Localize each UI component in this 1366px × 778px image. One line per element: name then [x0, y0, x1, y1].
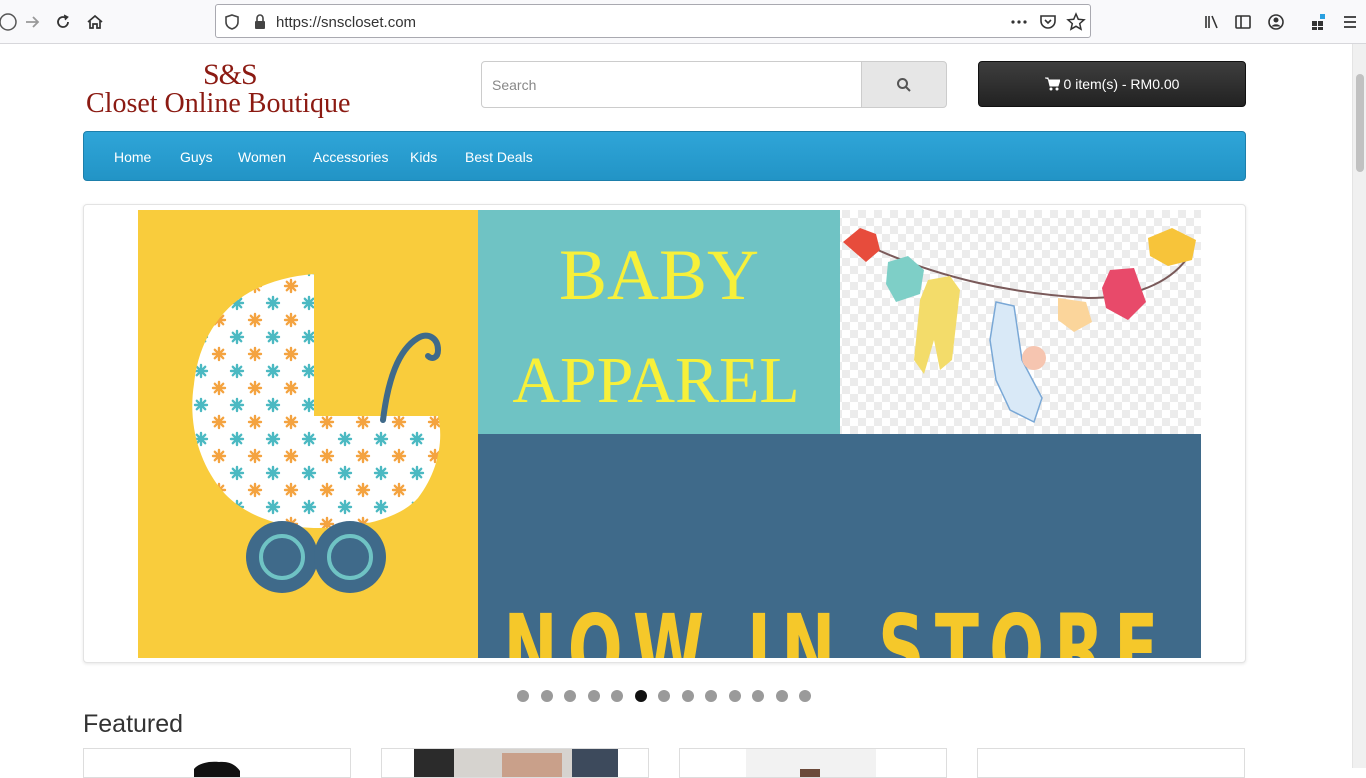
cart-summary: 0 item(s) - RM0.00: [1063, 76, 1180, 92]
logo-text[interactable]: Closet Online Boutique: [86, 88, 350, 120]
search-icon: [897, 77, 911, 92]
account-icon[interactable]: [1262, 8, 1290, 36]
address-bar[interactable]: https://snscloset.com: [215, 4, 1091, 38]
slider-dot[interactable]: [752, 690, 764, 702]
home-icon[interactable]: [81, 8, 109, 36]
slider-dot[interactable]: [658, 690, 670, 702]
banner-title-line2: APPAREL: [512, 344, 799, 417]
star-icon[interactable]: [1066, 12, 1086, 32]
featured-heading: Featured: [83, 710, 184, 738]
library-icon[interactable]: [1198, 8, 1226, 36]
lock-icon[interactable]: [250, 12, 270, 32]
extensions-icon[interactable]: [1304, 8, 1332, 36]
banner-image[interactable]: BABY APPAREL NOW IN STORE: [138, 210, 1201, 658]
featured-product-card[interactable]: [679, 748, 947, 778]
reload-icon[interactable]: [49, 8, 77, 36]
slider-dot[interactable]: [728, 690, 741, 702]
sidebar-icon[interactable]: [1229, 8, 1257, 36]
slider-dot[interactable]: [634, 690, 647, 702]
slider-pagination: [517, 690, 811, 704]
product-thumbnail: [414, 749, 618, 777]
browser-toolbar: https://snscloset.com: [0, 0, 1366, 44]
slider-dot[interactable]: [564, 690, 576, 702]
url-text[interactable]: https://snscloset.com: [276, 14, 416, 31]
main-navigation: Home Guys Women Accessories Kids Best De…: [83, 131, 1246, 181]
slider-dot[interactable]: [799, 690, 811, 702]
scrollbar-thumb[interactable]: [1356, 74, 1364, 172]
nav-item-best-deals[interactable]: Best Deals: [465, 149, 533, 165]
featured-product-card[interactable]: [83, 748, 351, 778]
slider-dot[interactable]: [775, 690, 788, 702]
search-input[interactable]: [481, 61, 862, 108]
cart-button[interactable]: 0 item(s) - RM0.00: [978, 61, 1246, 107]
product-thumbnail: [194, 761, 240, 777]
nav-item-guys[interactable]: Guys: [180, 149, 213, 165]
banner-title-line1: BABY: [559, 235, 759, 315]
slider-dot[interactable]: [705, 690, 717, 702]
nav-item-accessories[interactable]: Accessories: [313, 149, 388, 165]
menu-icon[interactable]: [1336, 8, 1364, 36]
banner-subtitle: NOW IN STORE: [504, 596, 1169, 658]
nav-item-kids[interactable]: Kids: [410, 149, 437, 165]
page-scrollbar[interactable]: [1352, 44, 1366, 768]
slider-dot[interactable]: [540, 690, 553, 702]
more-icon[interactable]: [1009, 12, 1029, 32]
logo-monogram[interactable]: S&S: [203, 58, 258, 92]
shield-icon[interactable]: [222, 12, 242, 32]
nav-item-women[interactable]: Women: [238, 149, 286, 165]
slider-dot[interactable]: [611, 690, 623, 702]
featured-product-card[interactable]: [977, 748, 1245, 778]
slider-dot[interactable]: [681, 690, 694, 702]
search-group: [481, 61, 947, 108]
featured-product-card[interactable]: [381, 748, 649, 778]
product-thumbnail: [746, 749, 876, 777]
slider-dot[interactable]: [517, 690, 529, 702]
nav-item-home[interactable]: Home: [114, 149, 151, 165]
slider-dot[interactable]: [587, 690, 600, 702]
pocket-icon[interactable]: [1038, 12, 1058, 32]
cart-icon: [1044, 77, 1060, 91]
search-button[interactable]: [861, 61, 947, 108]
forward-icon[interactable]: [18, 8, 46, 36]
